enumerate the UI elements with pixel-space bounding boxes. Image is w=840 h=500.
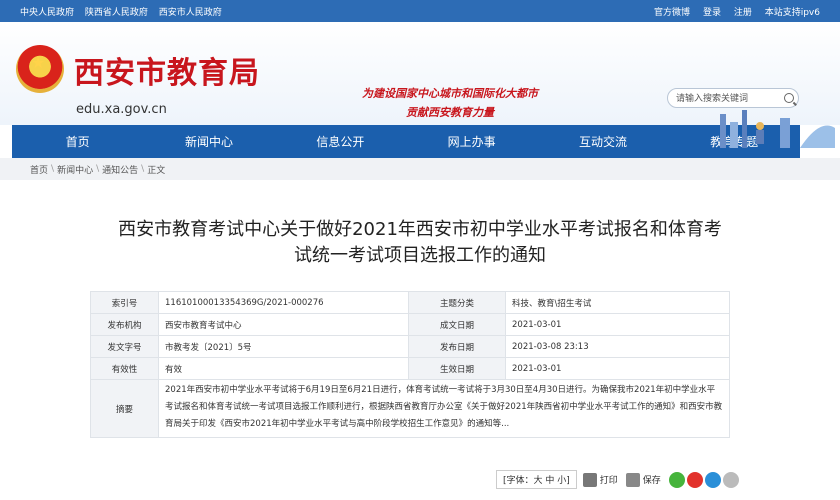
table-row: 发文字号 市教考发〔2021〕5号 发布日期 2021-03-08 23:13: [90, 335, 730, 358]
qq-share-icon[interactable]: [704, 471, 721, 488]
article-tools: [字体：大 中 小] 打印 保存: [496, 470, 741, 489]
search-input[interactable]: [676, 93, 780, 103]
validity-label: 有效性: [90, 357, 159, 380]
user-links: 官方微博 登录 注册 本站支持ipv6: [644, 5, 820, 18]
save-label: 保存: [642, 476, 661, 486]
pub-label: 发布日期: [408, 335, 506, 358]
slogan-line-2: 贡献西安教育力量: [406, 106, 494, 119]
breadcrumb-home[interactable]: 首页: [30, 163, 48, 176]
gov-links: 中央人民政府 陕西省人民政府 西安市人民政府: [20, 5, 230, 18]
topic-value: 科技、教育\招生考试: [505, 291, 730, 314]
ipv6-badge: 本站支持ipv6: [764, 7, 820, 18]
breadcrumb-current: 正文: [147, 165, 166, 176]
link-central-gov[interactable]: 中央人民政府: [20, 8, 74, 18]
summary-value: 2021年西安市初中学业水平考试将于6月19日至6月21日进行，体育考试统一考试…: [158, 379, 730, 438]
effective-value: 2021-03-01: [505, 357, 730, 380]
top-utility-bar: 中央人民政府 陕西省人民政府 西安市人民政府 官方微博 登录 注册 本站支持ip…: [0, 0, 840, 22]
login-link[interactable]: 登录: [703, 8, 721, 18]
article-title-line-2: 试统一考试项目选报工作的通知: [294, 245, 546, 266]
printer-icon: [582, 472, 597, 487]
breadcrumb-separator: \: [51, 164, 55, 174]
table-row: 有效性 有效 生效日期 2021-03-01: [90, 357, 730, 380]
breadcrumb: 首页 \ 新闻中心 \ 通知公告 \ 正文: [0, 158, 840, 180]
site-title[interactable]: 西安市教育局: [74, 48, 260, 92]
link-shaanxi-gov[interactable]: 陕西省人民政府: [85, 8, 148, 18]
search-icon[interactable]: [784, 93, 794, 103]
wechat-share-icon[interactable]: [668, 471, 685, 488]
register-link[interactable]: 注册: [734, 8, 752, 18]
table-row: 索引号 11610100013354369G/2021-000276 主题分类 …: [90, 291, 730, 314]
nav-info-public[interactable]: 信息公开: [275, 125, 406, 158]
site-header: 西安市教育局 edu.xa.gov.cn 为建设国家中心城市和国际化大都市 贡献…: [0, 22, 840, 148]
more-share-icon[interactable]: [722, 471, 739, 488]
effective-label: 生效日期: [408, 357, 506, 380]
site-domain: edu.xa.gov.cn: [76, 102, 167, 117]
docno-label: 发文字号: [90, 335, 159, 358]
print-button[interactable]: 打印: [582, 472, 618, 487]
topic-label: 主题分类: [408, 291, 506, 314]
weibo-share-icon[interactable]: [686, 471, 703, 488]
font-size-control[interactable]: [字体：大 中 小]: [496, 470, 577, 489]
docno-value: 市教考发〔2021〕5号: [158, 335, 409, 358]
created-value: 2021-03-01: [505, 313, 730, 336]
table-row: 发布机构 西安市教育考试中心 成文日期 2021-03-01: [90, 313, 730, 336]
breadcrumb-notices[interactable]: 通知公告: [102, 163, 138, 176]
org-label: 发布机构: [90, 313, 159, 336]
breadcrumb-news[interactable]: 新闻中心: [57, 163, 93, 176]
metadata-table: 索引号 11610100013354369G/2021-000276 主题分类 …: [90, 291, 730, 438]
article-title: 西安市教育考试中心关于做好2021年西安市初中学业水平考试报名和体育考 试统一考…: [70, 217, 770, 269]
nav-news[interactable]: 新闻中心: [143, 125, 274, 158]
article-title-line-1: 西安市教育考试中心关于做好2021年西安市初中学业水平考试报名和体育考: [118, 219, 722, 240]
search-box: [667, 88, 799, 108]
validity-value: 有效: [158, 357, 409, 380]
created-label: 成文日期: [408, 313, 506, 336]
breadcrumb-separator: \: [141, 164, 145, 174]
save-icon: [625, 472, 640, 487]
table-row: 摘要 2021年西安市初中学业水平考试将于6月19日至6月21日进行，体育考试统…: [90, 379, 730, 438]
pub-value: 2021-03-08 23:13: [505, 335, 730, 358]
national-emblem-icon: [16, 45, 64, 93]
header-illustration: [720, 110, 835, 148]
slogan-line-1: 为建设国家中心城市和国际化大都市: [362, 87, 538, 100]
slogan: 为建设国家中心城市和国际化大都市 贡献西安教育力量: [340, 84, 560, 122]
nav-online-service[interactable]: 网上办事: [406, 125, 537, 158]
nav-home[interactable]: 首页: [12, 125, 143, 158]
index-value: 11610100013354369G/2021-000276: [158, 291, 409, 314]
print-label: 打印: [599, 476, 618, 486]
org-value: 西安市教育考试中心: [158, 313, 409, 336]
breadcrumb-separator: \: [96, 164, 100, 174]
index-label: 索引号: [90, 291, 159, 314]
save-button[interactable]: 保存: [625, 472, 661, 487]
summary-label: 摘要: [90, 379, 159, 438]
weibo-link[interactable]: 官方微博: [654, 8, 690, 18]
link-xian-gov[interactable]: 西安市人民政府: [159, 8, 222, 18]
